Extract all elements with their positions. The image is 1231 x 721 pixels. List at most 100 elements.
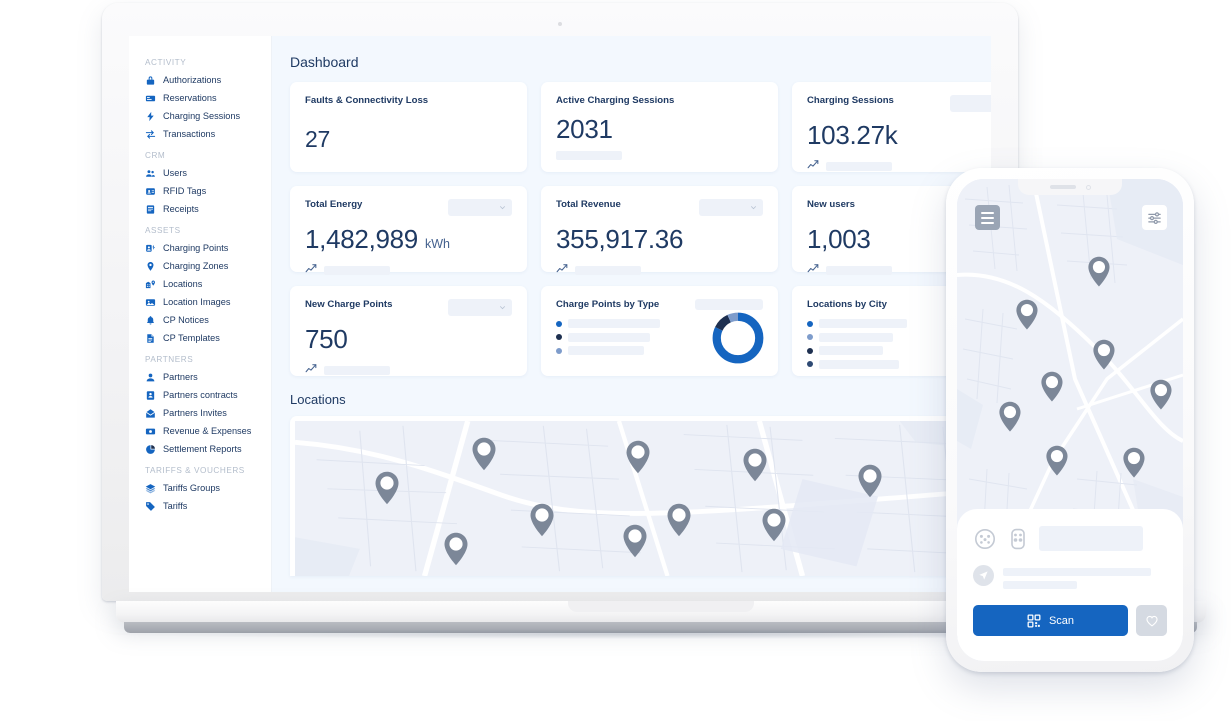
screenshot-stage: ACTIVITYAuthorizationsReservationsChargi…	[0, 0, 1231, 721]
trending-up-icon	[807, 157, 820, 175]
sidebar-item-charging-sessions[interactable]: Charging Sessions	[129, 107, 271, 125]
sidebar-item-partners-invites[interactable]: Partners Invites	[129, 404, 271, 422]
card-title: Faults & Connectivity Loss	[305, 95, 428, 106]
map-pin[interactable]	[1092, 339, 1116, 370]
sidebar-item-locations[interactable]: Locations	[129, 275, 271, 293]
phone-filter-button[interactable]	[1142, 205, 1167, 230]
map-pin[interactable]	[857, 464, 883, 498]
map-pin[interactable]	[443, 532, 469, 566]
trending-up-icon	[305, 261, 318, 279]
phone-navigate-button[interactable]	[973, 565, 994, 586]
scan-button[interactable]: Scan	[973, 605, 1128, 636]
card-header: Charging Sessions	[807, 95, 991, 112]
phone-bottom-sheet: Scan	[957, 509, 1183, 661]
ccs-connector-icon	[1006, 527, 1030, 551]
sidebar-item-cp-notices[interactable]: CP Notices	[129, 311, 271, 329]
sidebar-item-transactions[interactable]: Transactions	[129, 125, 271, 143]
card-title: Charging Sessions	[807, 95, 894, 106]
sidebar-item-charging-zones[interactable]: Charging Zones	[129, 257, 271, 275]
sidebar-item-receipts[interactable]: Receipts	[129, 200, 271, 218]
type2-connector-icon	[973, 527, 997, 551]
card-trend-placeholder	[826, 162, 892, 171]
phone-address-line	[1003, 568, 1151, 576]
map-pin[interactable]	[1045, 445, 1069, 476]
sidebar-item-location-images[interactable]: Location Images	[129, 293, 271, 311]
phone-address-placeholders	[1003, 565, 1151, 589]
card-period-dropdown[interactable]	[699, 199, 763, 216]
sidebar-item-label: Charging Zones	[163, 261, 228, 271]
map-pin[interactable]	[1015, 299, 1039, 330]
favorite-button[interactable]	[1136, 605, 1167, 636]
map-pin[interactable]	[529, 503, 555, 537]
sidebar-item-settlement-reports[interactable]: Settlement Reports	[129, 440, 271, 458]
card-title: New users	[807, 199, 855, 210]
card-period-dropdown[interactable]	[448, 199, 512, 216]
map-pin-icon	[622, 524, 648, 558]
stat-card: Active Charging Sessions 2031	[541, 82, 778, 172]
map-pin[interactable]	[1122, 447, 1146, 478]
sidebar-item-label: Settlement Reports	[163, 444, 242, 454]
phone-menu-button[interactable]	[975, 205, 1000, 230]
sidebar-item-label: Charging Points	[163, 243, 228, 253]
legend-label-placeholder	[819, 346, 883, 355]
hamburger-icon-line	[981, 217, 994, 219]
card-period-dropdown[interactable]	[448, 299, 512, 316]
trending-up-icon	[556, 261, 569, 279]
card-trend-row	[556, 151, 763, 160]
card-value: 2031	[556, 116, 613, 142]
card-trend-placeholder	[324, 266, 390, 275]
card-header: Total Energy	[305, 199, 512, 216]
sidebar-item-authorizations[interactable]: Authorizations	[129, 71, 271, 89]
tag-icon	[145, 501, 156, 512]
laptop-mockup: ACTIVITYAuthorizationsReservationsChargi…	[102, 3, 1018, 601]
chart-card-filter[interactable]	[695, 299, 763, 310]
map-pin[interactable]	[1087, 256, 1111, 287]
exchange-icon	[145, 129, 156, 140]
trending-up-icon	[305, 361, 318, 379]
locations-icon	[145, 279, 156, 290]
sidebar-item-label: RFID Tags	[163, 186, 206, 196]
sidebar-item-reservations[interactable]: Reservations	[129, 89, 271, 107]
users-icon	[145, 168, 156, 179]
hamburger-icon-line	[981, 212, 994, 214]
map-pin[interactable]	[374, 471, 400, 505]
sidebar-item-rfid-tags[interactable]: RFID Tags	[129, 182, 271, 200]
nav-group-title: CRM	[129, 143, 271, 164]
sidebar-item-partners[interactable]: Partners	[129, 368, 271, 386]
sidebar-item-charging-points[interactable]: Charging Points	[129, 239, 271, 257]
map-pin[interactable]	[625, 440, 651, 474]
phone-notch	[1018, 179, 1122, 195]
locations-map[interactable]	[295, 421, 986, 576]
sidebar-item-tariffs-groups[interactable]: Tariffs Groups	[129, 479, 271, 497]
map-pin[interactable]	[1149, 379, 1173, 410]
locations-map-panel[interactable]	[290, 416, 991, 576]
map-pin-icon	[625, 440, 651, 474]
card-period-dropdown[interactable]	[950, 95, 991, 112]
sidebar-item-tariffs[interactable]: Tariffs	[129, 497, 271, 515]
receipt-icon	[145, 204, 156, 215]
legend-label-placeholder	[819, 333, 893, 342]
sidebar-item-label: Reservations	[163, 93, 217, 103]
sidebar-item-revenue-expenses[interactable]: Revenue & Expenses	[129, 422, 271, 440]
charge-point-icon	[145, 243, 156, 254]
sidebar-item-users[interactable]: Users	[129, 164, 271, 182]
map-pin[interactable]	[622, 524, 648, 558]
map-pin[interactable]	[761, 508, 787, 542]
map-pin-icon	[1045, 445, 1069, 476]
legend-color-dot	[807, 348, 813, 354]
map-pin[interactable]	[1040, 371, 1064, 402]
map-pin[interactable]	[471, 437, 497, 471]
card-title: Charge Points by Type	[556, 299, 659, 310]
card-trend-row	[305, 361, 512, 379]
legend-color-dot	[556, 334, 562, 340]
map-pin[interactable]	[742, 448, 768, 482]
phone-connectors-row	[973, 526, 1167, 551]
sidebar-item-partners-contracts[interactable]: Partners contracts	[129, 386, 271, 404]
legend-label-placeholder	[568, 346, 644, 355]
sidebar-item-cp-templates[interactable]: CP Templates	[129, 329, 271, 347]
map-pin[interactable]	[666, 503, 692, 537]
card-title: Active Charging Sessions	[556, 95, 674, 106]
map-pin[interactable]	[998, 401, 1022, 432]
card-trend-placeholder	[556, 151, 622, 160]
card-trend-row	[305, 261, 512, 279]
